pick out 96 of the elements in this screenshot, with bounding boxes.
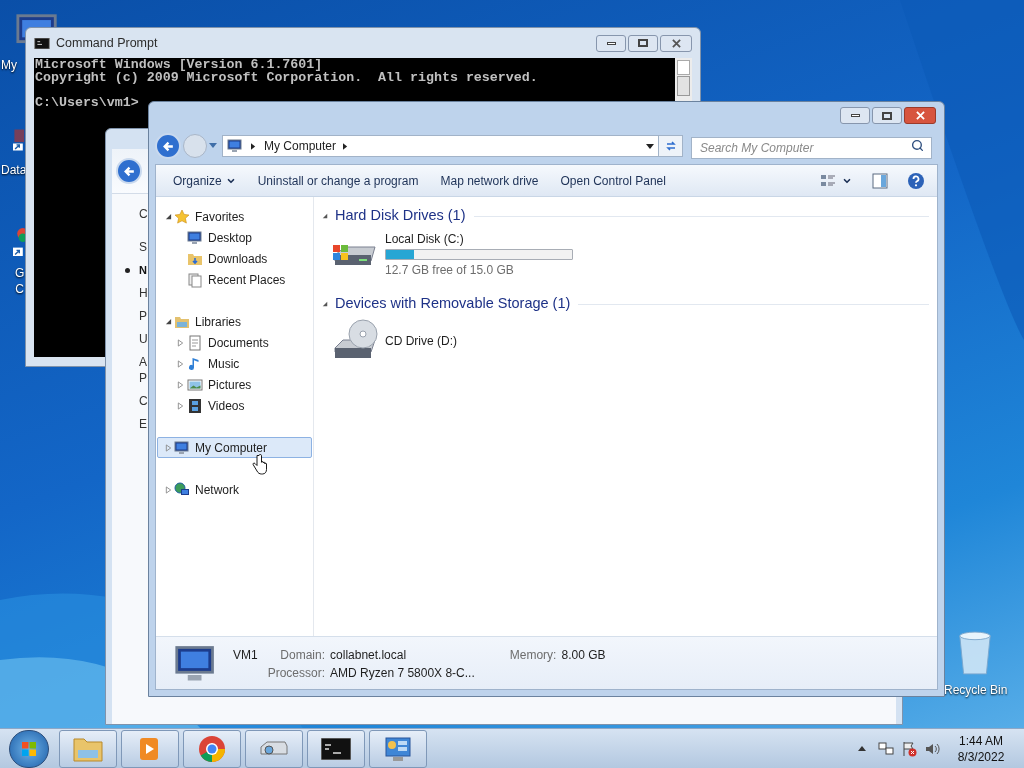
- task-link[interactable]: E: [139, 416, 147, 432]
- detail-label: Processor:: [267, 665, 326, 682]
- documents-stack-icon: [187, 271, 203, 288]
- desktop-icon-label: Recycle Bin: [944, 682, 1008, 698]
- detail-value: 8.00 GB: [561, 647, 606, 664]
- clock[interactable]: 1:44 AM 8/3/2022: [950, 732, 1012, 765]
- document-icon: [187, 334, 203, 351]
- help-icon[interactable]: [907, 171, 925, 190]
- expanded-arrow-icon[interactable]: [322, 301, 328, 307]
- nav-item[interactable]: Downloads: [157, 248, 312, 269]
- nav-item[interactable]: Favorites: [157, 206, 312, 227]
- drive-space-text: 12.7 GB free of 15.0 GB: [385, 262, 515, 279]
- expanded-arrow-icon[interactable]: [165, 318, 172, 325]
- refresh-button[interactable]: [659, 135, 683, 157]
- close-button[interactable]: [904, 107, 936, 124]
- task-link[interactable]: H: [139, 285, 148, 301]
- nav-item[interactable]: Documents: [157, 332, 312, 353]
- toolbar-button[interactable]: Map network drive: [429, 168, 550, 193]
- recycle-bin-icon: [956, 630, 994, 676]
- back-button[interactable]: [116, 158, 142, 184]
- minimize-button[interactable]: [596, 34, 626, 52]
- breadcrumb-arrow-icon[interactable]: [251, 142, 256, 150]
- close-icon: [915, 111, 925, 120]
- picture-icon: [187, 376, 203, 393]
- window-title: Command Prompt: [56, 34, 158, 52]
- control-panel-icon: [384, 734, 412, 763]
- drive-name: CD Drive (D:): [385, 333, 457, 350]
- collapsed-arrow-icon[interactable]: [165, 485, 172, 494]
- collapsed-arrow-icon[interactable]: [177, 380, 184, 389]
- breadcrumb-arrow-icon[interactable]: [343, 142, 349, 150]
- view-options-icon[interactable]: [820, 173, 836, 188]
- task-link[interactable]: C: [139, 206, 148, 222]
- close-icon: [671, 38, 681, 48]
- star-icon: [174, 208, 190, 225]
- back-button[interactable]: [155, 133, 181, 159]
- nav-item[interactable]: Libraries: [157, 311, 312, 332]
- expanded-arrow-icon[interactable]: [322, 213, 328, 219]
- task-link[interactable]: P: [139, 308, 147, 324]
- address-bar[interactable]: My Computer: [222, 135, 659, 157]
- detail-value: AMD Ryzen 7 5800X 8-C...: [330, 665, 475, 682]
- console-icon: [34, 37, 50, 49]
- desktop-icon-label: My: [1, 57, 17, 73]
- network-status-icon[interactable]: [878, 740, 894, 757]
- group-heading: Devices with Removable Storage (1): [335, 294, 571, 314]
- task-link[interactable]: N: [139, 262, 147, 278]
- nav-item[interactable]: Pictures: [157, 374, 312, 395]
- search-field[interactable]: Search My Computer: [691, 137, 932, 159]
- collapsed-arrow-icon[interactable]: [177, 338, 184, 347]
- search-icon[interactable]: [911, 139, 924, 152]
- preview-pane-icon[interactable]: [872, 172, 888, 189]
- collapsed-arrow-icon[interactable]: [177, 359, 184, 368]
- nav-item[interactable]: Videos: [157, 395, 312, 416]
- task-link[interactable]: U: [139, 331, 148, 347]
- task-link[interactable]: S: [139, 239, 147, 255]
- browser-icon: [198, 734, 226, 763]
- expanded-arrow-icon[interactable]: [165, 213, 172, 220]
- computer-icon: [174, 439, 190, 456]
- minimize-button[interactable]: [840, 107, 870, 124]
- drive-name: Local Disk (C:): [385, 231, 465, 248]
- collapsed-arrow-icon[interactable]: [177, 401, 184, 410]
- maximize-button[interactable]: [872, 107, 902, 124]
- network-icon: [174, 481, 190, 498]
- group-heading: Hard Disk Drives (1): [335, 206, 466, 226]
- show-hidden-icons-icon[interactable]: [858, 746, 866, 751]
- taskbar-button[interactable]: [307, 729, 365, 768]
- desktop-icon-label: G C: [15, 265, 25, 297]
- toolbar-button[interactable]: Open Control Panel: [549, 168, 677, 193]
- back-arrow-icon: [161, 139, 175, 153]
- nav-item[interactable]: My Computer: [157, 437, 312, 458]
- back-arrow-icon: [122, 164, 136, 178]
- detail-label: Domain:: [279, 647, 326, 664]
- computer-name: VM1: [233, 647, 258, 664]
- menu-button[interactable]: Organize: [162, 168, 247, 193]
- desktop-icon-label: Data: [1, 162, 27, 178]
- flag-alert-icon[interactable]: [901, 740, 917, 757]
- task-link[interactable]: A P: [139, 354, 147, 386]
- detail-value: collabnet.local: [330, 647, 408, 664]
- toolbar-button[interactable]: Uninstall or change a program: [246, 168, 430, 193]
- nav-item[interactable]: Network: [157, 479, 312, 500]
- nav-item[interactable]: Desktop: [157, 227, 312, 248]
- start-button[interactable]: [9, 729, 49, 768]
- close-button[interactable]: [660, 34, 692, 52]
- nav-item[interactable]: Recent Places: [157, 269, 312, 290]
- hand-cursor-icon: [252, 454, 268, 476]
- breadcrumb-item[interactable]: My Computer: [264, 137, 337, 155]
- detail-label: Memory:: [509, 647, 557, 664]
- windows-logo-icon: [21, 740, 37, 757]
- maximize-button[interactable]: [628, 34, 658, 52]
- task-link[interactable]: C: [139, 393, 148, 409]
- desktop-icon: [187, 229, 203, 246]
- computer-icon: [227, 138, 243, 154]
- folder-icon: [73, 735, 103, 762]
- console-icon: [321, 737, 351, 760]
- film-icon: [187, 397, 203, 414]
- scrollbar[interactable]: [675, 58, 692, 98]
- refresh-icon: [664, 140, 677, 152]
